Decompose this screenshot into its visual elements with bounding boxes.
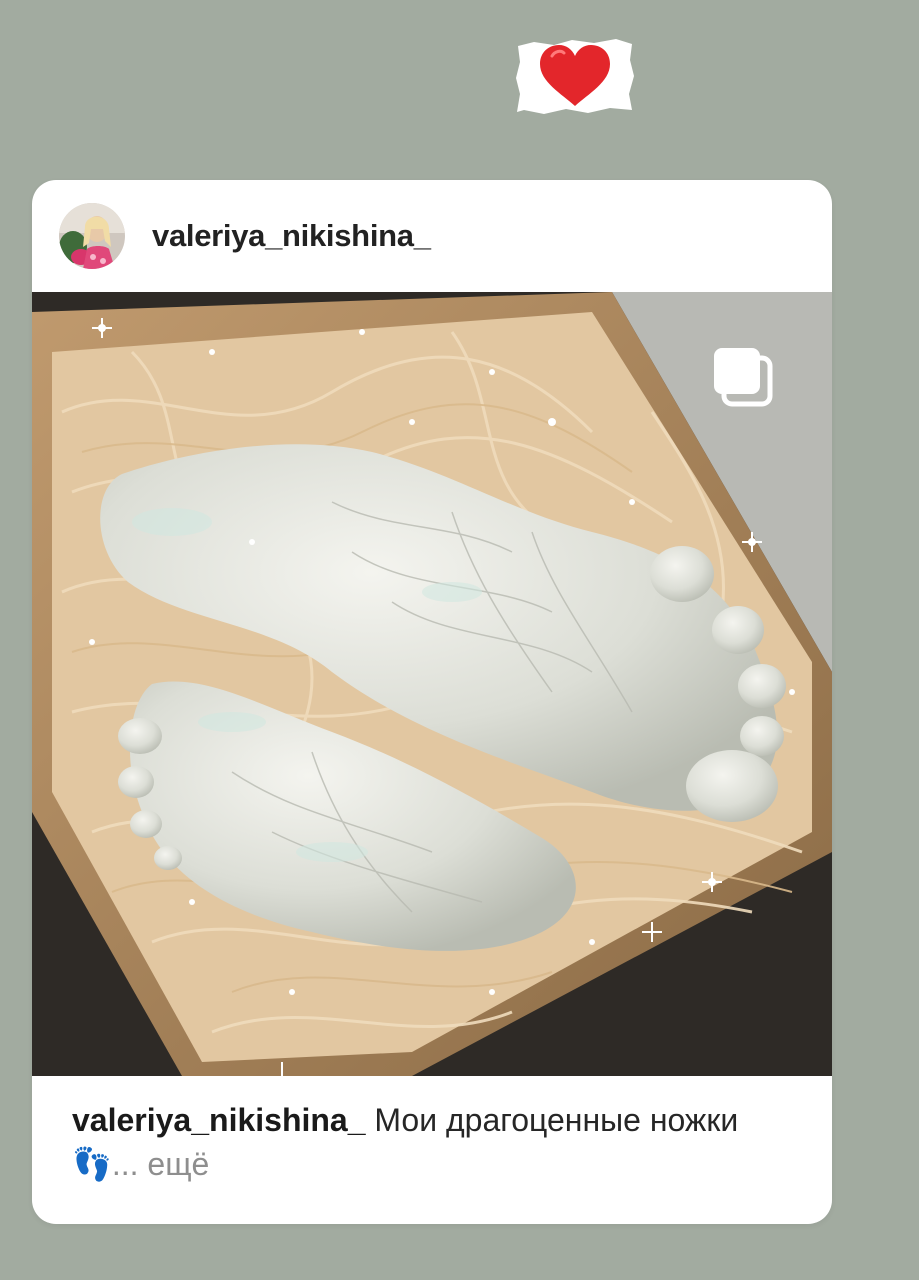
post-photo[interactable] [32, 292, 832, 1076]
carousel-icon [714, 348, 773, 407]
caption-text: Мои драгоценные ножки [374, 1102, 739, 1138]
heart-icon [516, 39, 634, 114]
multiple-photos-icon[interactable] [708, 342, 780, 414]
shared-post-card[interactable]: valeriya_nikishina_ valeriya_nikishina_ … [32, 180, 832, 1224]
post-caption: valeriya_nikishina_ Мои драгоценные ножк… [72, 1098, 802, 1186]
post-header: valeriya_nikishina_ [32, 180, 832, 292]
more-link[interactable]: ... ещё [112, 1146, 209, 1182]
post-username[interactable]: valeriya_nikishina_ [152, 218, 431, 254]
avatar[interactable] [59, 203, 125, 269]
caption-username[interactable]: valeriya_nikishina_ [72, 1102, 366, 1138]
avatar-image [59, 203, 125, 269]
heart-sticker[interactable] [514, 36, 636, 116]
footprints-emoji: 👣 [72, 1146, 112, 1182]
